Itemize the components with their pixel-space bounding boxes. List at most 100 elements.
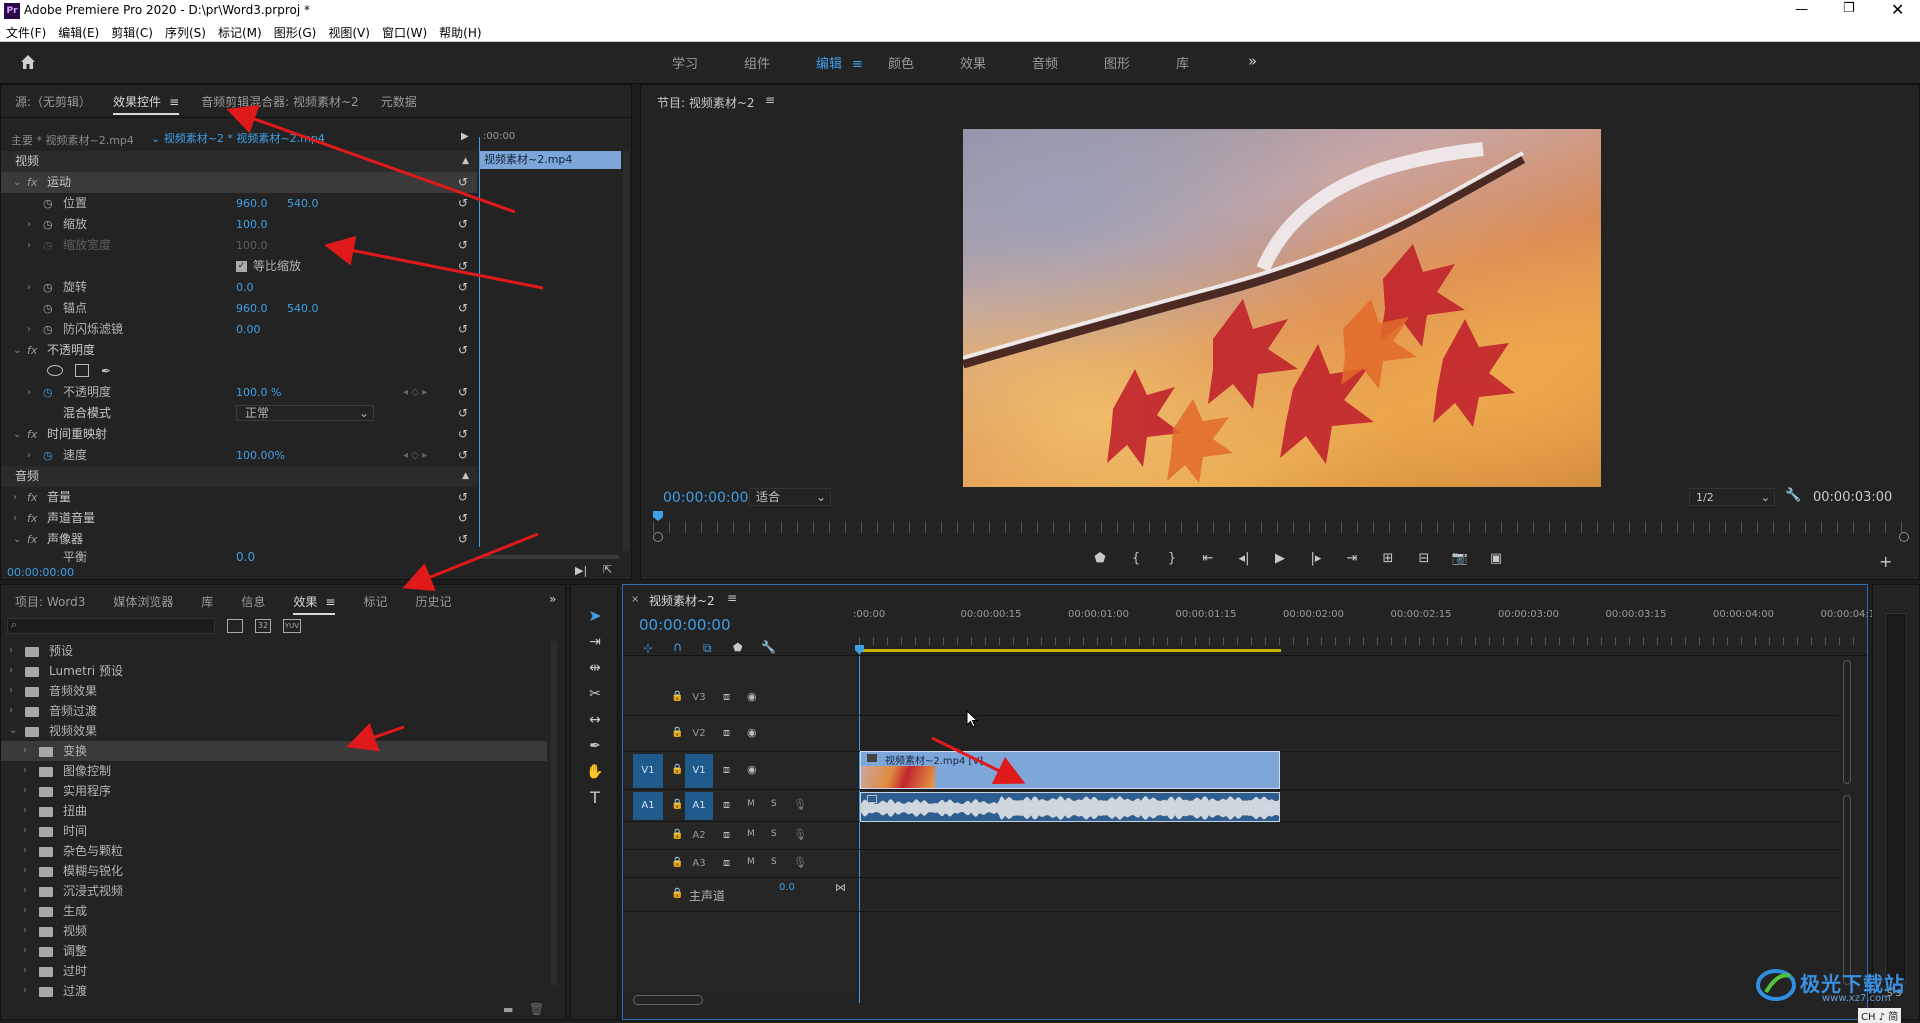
mute-button[interactable]: M	[747, 829, 755, 839]
accelerated-effects-filter[interactable]	[227, 619, 243, 633]
property-value[interactable]: 540.0	[287, 193, 319, 214]
reset-icon[interactable]: ↺	[458, 340, 468, 361]
reset-icon[interactable]: ↺	[458, 277, 468, 298]
hand-tool-icon[interactable]: ✋	[583, 761, 607, 783]
property-value[interactable]: 0.00	[236, 319, 261, 340]
mute-button[interactable]: M	[747, 799, 755, 809]
sync-lock-icon[interactable]: ⧈	[723, 828, 730, 842]
effect-property-row[interactable]: › ◷ 防闪烁滤镜 0.00 ↺	[1, 319, 477, 340]
effects-tree-item[interactable]: › 扭曲	[1, 801, 547, 821]
lock-icon[interactable]: 🔒	[671, 799, 683, 810]
reset-icon[interactable]: ↺	[458, 403, 468, 424]
ruler-ticks[interactable]	[859, 637, 1859, 645]
expand-chevron-icon[interactable]: ›	[9, 641, 13, 661]
expand-chevron-icon[interactable]: ›	[27, 445, 31, 466]
property-value[interactable]: 100.0	[236, 214, 268, 235]
effects-tree-item[interactable]: › 音频过渡	[1, 701, 547, 721]
effect-property-row[interactable]: ⌄ fx 不透明度 ↺	[1, 340, 477, 361]
track-target[interactable]: A3	[685, 852, 713, 876]
ellipse-mask-icon[interactable]	[47, 365, 63, 376]
expand-chevron-icon[interactable]: ›	[23, 761, 27, 781]
project-panel-tab[interactable]: 项目: Word3	[15, 593, 85, 615]
program-playhead[interactable]	[653, 511, 663, 521]
maximize-icon[interactable]: ❐	[1843, 1, 1855, 16]
ec-clip-bar[interactable]: 视频素材~2.mp4	[479, 151, 621, 169]
stopwatch-icon[interactable]: ◷	[43, 214, 53, 235]
video-clip[interactable]: 视频素材~2.mp4 [V]	[860, 751, 1280, 789]
project-panel-tab[interactable]: 库	[201, 593, 213, 615]
tab-menu-icon[interactable]: ≡	[169, 95, 179, 109]
timeline-settings-icon[interactable]: 🔧	[761, 640, 776, 654]
mic-icon[interactable]: 🎙	[793, 798, 807, 811]
blend-mode-dropdown[interactable]: 正常 ⌄	[236, 405, 374, 421]
workspace-tab[interactable]: 颜色	[888, 53, 960, 72]
timeline-vscroll-top[interactable]	[1843, 660, 1851, 784]
track-target[interactable]: A2	[685, 824, 713, 848]
clip-select-dropdown[interactable]: ⌄ 视频素材~2 * 视频素材~2.mp4	[151, 130, 325, 146]
mic-icon[interactable]: 🎙	[793, 828, 807, 841]
stopwatch-icon[interactable]: ◷	[43, 298, 53, 319]
solo-button[interactable]: S	[771, 857, 777, 867]
more-workspaces-icon[interactable]: »	[1248, 52, 1257, 70]
solo-button[interactable]: S	[771, 799, 777, 809]
effect-property-row[interactable]: ◷ 锚点 960.0 540.0 ↺	[1, 298, 477, 319]
effects-tree-item[interactable]: › 视频	[1, 921, 547, 941]
add-button-icon[interactable]: +	[1879, 552, 1892, 571]
audio-effect-row[interactable]: ⌄ fx 声像器 ↺	[1, 529, 477, 550]
expand-chevron-icon[interactable]: ⌄	[13, 529, 21, 550]
fx-icon[interactable]: fx	[27, 172, 37, 193]
effects-tree-item[interactable]: › 变换	[1, 741, 547, 761]
effect-property-row[interactable]: › ◷ 旋转 0.0 ↺	[1, 277, 477, 298]
step-back-icon[interactable]: ◂|	[1233, 551, 1255, 566]
expand-chevron-icon[interactable]: ›	[23, 841, 27, 861]
effects-tree-item[interactable]: › 预设	[1, 641, 547, 661]
effects-tree-item[interactable]: › 音频效果	[1, 681, 547, 701]
ime-indicator[interactable]: CH ♪ 简	[1858, 1008, 1902, 1023]
menu-item[interactable]: 序列(S)	[165, 24, 206, 41]
track-target[interactable]: V3	[685, 682, 713, 714]
ripple-edit-tool-icon[interactable]: ⇹	[583, 657, 607, 679]
expand-chevron-icon[interactable]: ›	[13, 487, 17, 508]
pen-tool-icon[interactable]: ✒	[583, 735, 607, 757]
source-panel-tab[interactable]: 效果控件 ≡	[113, 93, 180, 115]
effect-property-row[interactable]: › ◷ 速度 100.00% ◂ ◇ ▸ ↺	[1, 445, 477, 466]
snap-icon[interactable]: ∩	[673, 640, 683, 655]
expand-chevron-icon[interactable]: ›	[23, 861, 27, 881]
stopwatch-icon[interactable]: ◷	[43, 319, 53, 340]
fx-icon[interactable]: fx	[27, 340, 37, 361]
program-video-frame[interactable]	[963, 129, 1601, 487]
lock-icon[interactable]: 🔒	[671, 691, 683, 702]
menu-item[interactable]: 窗口(W)	[382, 24, 427, 41]
reset-icon[interactable]: ↺	[458, 172, 468, 193]
workspace-tab[interactable]: 音频	[1032, 53, 1104, 72]
effect-property-row[interactable]: › ◷ 缩放宽度 100.0 ↺	[1, 235, 477, 256]
property-value[interactable]: 100.0 %	[236, 382, 281, 403]
effects-search-input[interactable]: ⌕	[7, 618, 215, 634]
effects-tree-item[interactable]: › 过时	[1, 961, 547, 981]
sync-lock-icon[interactable]: ⧈	[723, 856, 730, 870]
reset-icon[interactable]: ↺	[458, 382, 468, 403]
source-panel-tab[interactable]: 源:（无剪辑）	[15, 93, 91, 115]
track-select-tool-icon[interactable]: ⇥	[583, 631, 607, 653]
audio-effect-row[interactable]: › fx 声道音量 ↺	[1, 508, 477, 529]
mark-in-icon[interactable]: {	[1125, 551, 1147, 566]
track-row[interactable]: 🔒 V3 ⧈ ◉	[623, 680, 1839, 716]
sync-lock-icon[interactable]: ⧈	[723, 798, 730, 812]
fx-icon[interactable]: fx	[27, 529, 37, 550]
effect-property-row[interactable]: ◷ 位置 960.0 540.0 ↺	[1, 193, 477, 214]
mask-shape-tools[interactable]: ✒	[1, 361, 477, 382]
rect-mask-icon[interactable]	[75, 364, 89, 377]
workspace-tab[interactable]: 图形	[1104, 53, 1176, 72]
expand-chevron-icon[interactable]: ⌄	[9, 721, 17, 741]
sync-lock-icon[interactable]: ⧈	[723, 763, 730, 777]
add-marker-icon[interactable]: ⬟	[733, 641, 743, 654]
stopwatch-icon[interactable]: ◷	[43, 235, 53, 256]
minimize-icon[interactable]: —	[1795, 2, 1808, 17]
timeline-close-icon[interactable]: ×	[631, 594, 639, 605]
expand-chevron-icon[interactable]: ›	[9, 681, 13, 701]
go-to-out-icon[interactable]: ⇥	[1341, 551, 1363, 566]
mute-button[interactable]: M	[747, 857, 755, 867]
sync-lock-icon[interactable]: ⧈	[723, 726, 730, 740]
uniform-scale-checkbox[interactable]: ✓	[236, 261, 247, 272]
effects-tree-item[interactable]: › Lumetri 预设	[1, 661, 547, 681]
